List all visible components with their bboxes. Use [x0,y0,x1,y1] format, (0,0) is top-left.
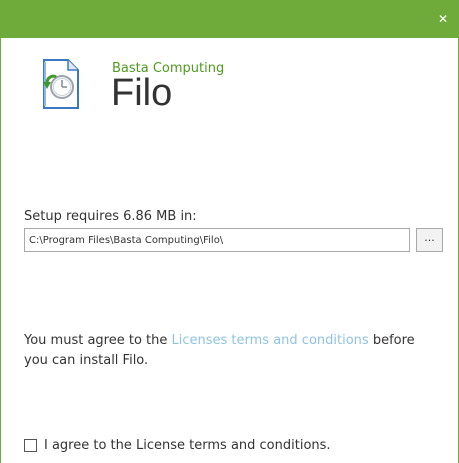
title-bar: ✕ [1,0,458,38]
license-agree-row[interactable]: I agree to the License terms and conditi… [24,436,331,454]
close-button[interactable]: ✕ [436,12,450,26]
license-terms-link[interactable]: Licenses terms and conditions [172,333,369,348]
license-notice: You must agree to the Licenses terms and… [24,331,439,371]
license-agree-label[interactable]: I agree to the License terms and conditi… [44,438,331,453]
document-clock-icon [43,59,79,109]
license-notice-text-before: You must agree to the [24,333,172,348]
installer-window: ✕ Basta Computing Filo Setup requires 6.… [0,0,459,463]
install-path-input[interactable] [24,228,410,252]
space-requirement-label: Setup requires 6.86 MB in: [24,209,197,224]
license-agree-checkbox[interactable] [24,438,37,452]
product-name: Filo [111,72,173,114]
browse-button[interactable]: ... [416,228,443,252]
